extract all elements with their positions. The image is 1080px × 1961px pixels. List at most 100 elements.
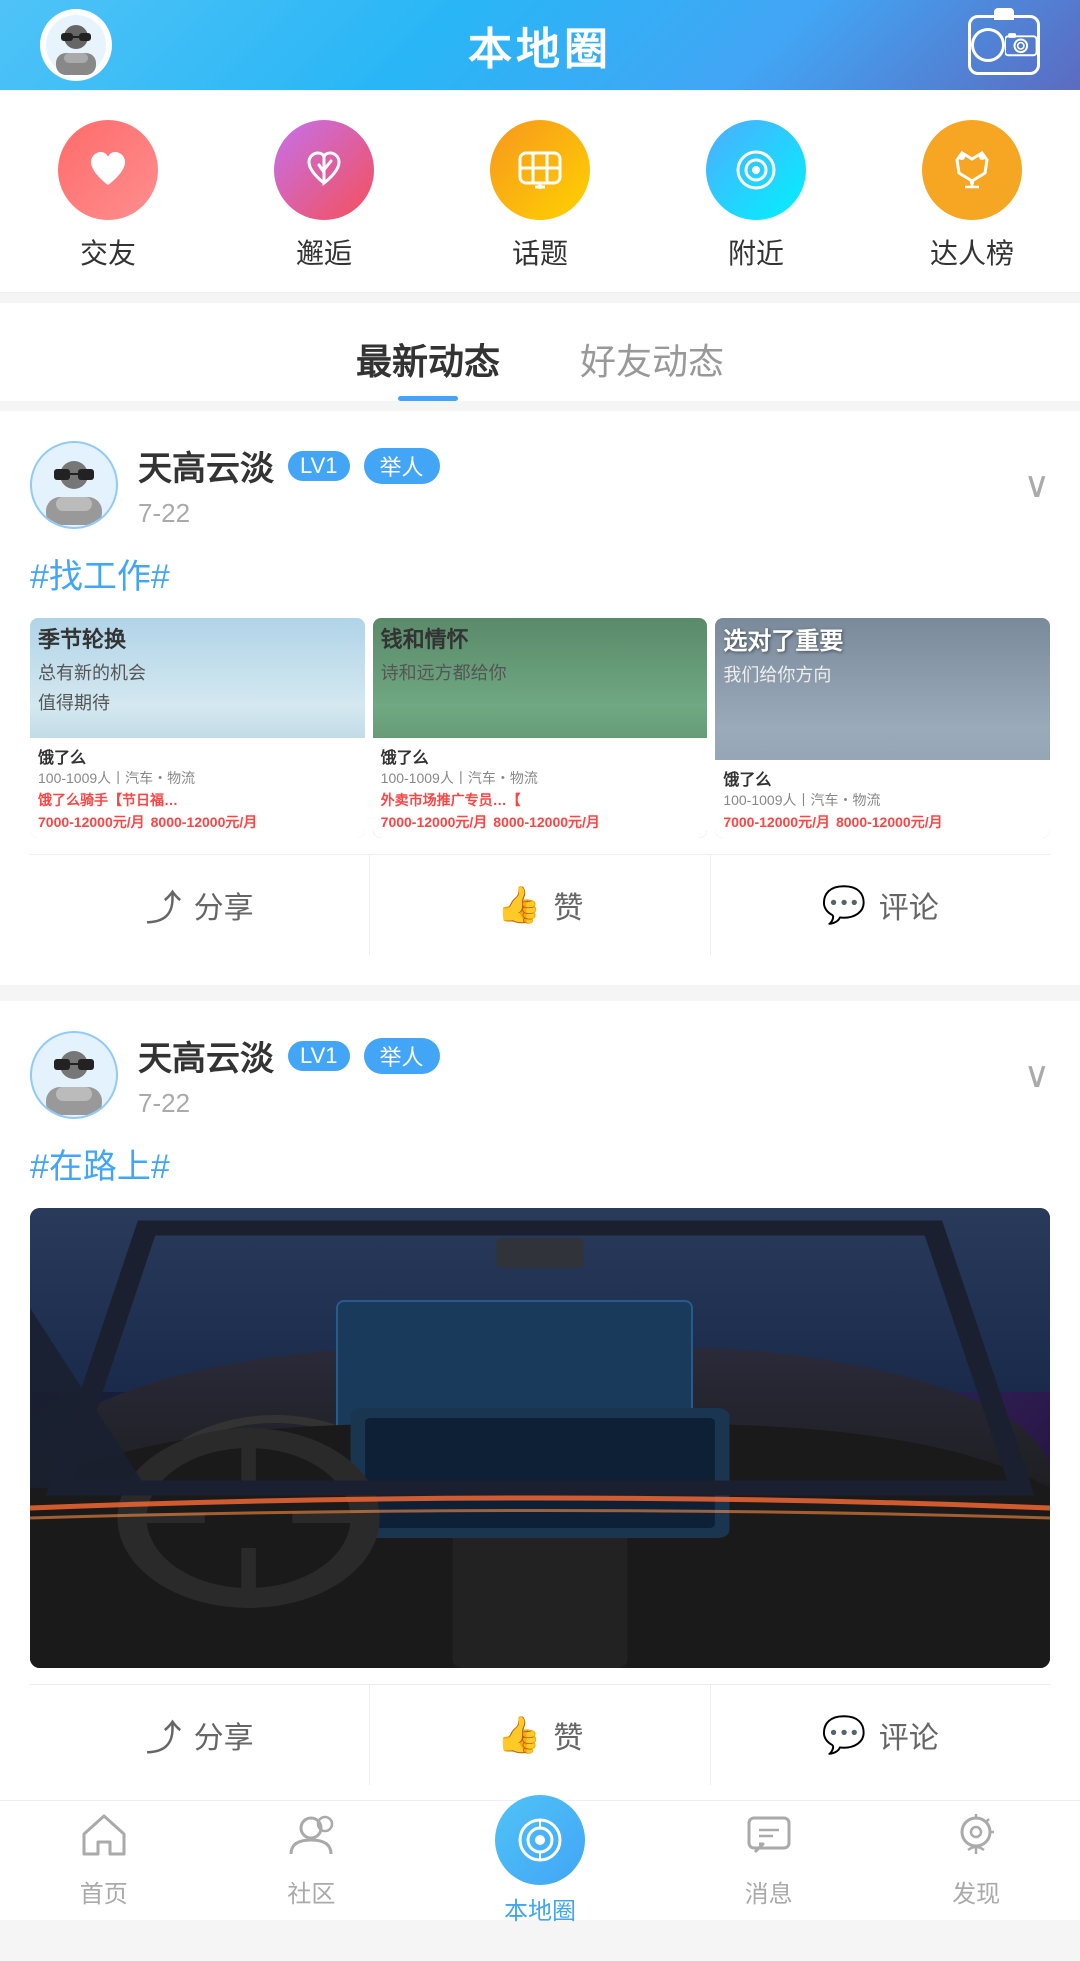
report-badge-2: 举人 xyxy=(364,1038,440,1074)
nav-messages[interactable]: 消息 xyxy=(745,1812,793,1909)
category-topic[interactable]: 话题 xyxy=(490,120,590,272)
like-label-1: 赞 xyxy=(553,883,583,927)
messages-label: 消息 xyxy=(745,1874,793,1909)
tab-latest[interactable]: 最新动态 xyxy=(356,333,500,401)
rank-icon xyxy=(922,120,1022,220)
post-image-1-2[interactable]: 钱和情怀 诗和远方都给你 饿了么 100-1009人丨汽车・物流 外卖市场推广专… xyxy=(373,618,708,838)
user-details-1: 天高云淡 LV1 举人 7-22 xyxy=(138,441,440,529)
username-2: 天高云淡 xyxy=(138,1031,274,1080)
share-label-1: 分享 xyxy=(194,883,254,927)
friendship-icon xyxy=(58,120,158,220)
img2-salary2: 8000-12000元/月 xyxy=(493,812,600,832)
post-header-1: 天高云淡 LV1 举人 7-22 ∨ xyxy=(30,441,1050,529)
collapse-icon-1[interactable]: ∨ xyxy=(1024,464,1050,506)
category-nearby[interactable]: 附近 xyxy=(706,120,806,272)
nearby-icon xyxy=(706,120,806,220)
img1-brand-sub: 100-1009人丨汽车・物流 xyxy=(38,768,357,788)
like-icon-1: 👍 xyxy=(497,884,542,926)
post-avatar-1[interactable] xyxy=(30,441,118,529)
user-name-row-2: 天高云淡 LV1 举人 xyxy=(138,1031,440,1080)
report-badge-1: 举人 xyxy=(364,448,440,484)
img2-brand-sub: 100-1009人丨汽车・物流 xyxy=(381,768,700,788)
post-user-info-1: 天高云淡 LV1 举人 7-22 xyxy=(30,441,440,529)
img2-job: 外卖市场推广专员…【 xyxy=(381,790,521,810)
community-label: 社区 xyxy=(287,1874,335,1909)
post-hashtag-1[interactable]: #找工作# xyxy=(30,549,1050,598)
img2-sub: 诗和远方都给你 xyxy=(381,659,700,685)
tab-friends[interactable]: 好友动态 xyxy=(580,333,724,401)
post-date-2: 7-22 xyxy=(138,1088,440,1119)
share-icon-2: ⤴ xyxy=(146,1709,182,1761)
action-bar-2: ⤴ 分享 👍 赞 💬 评论 xyxy=(30,1684,1050,1785)
img2-bottom-card: 饿了么 100-1009人丨汽车・物流 外卖市场推广专员…【 7000-1200… xyxy=(373,738,708,838)
like-icon-2: 👍 xyxy=(497,1714,542,1756)
nav-home[interactable]: 首页 xyxy=(80,1812,128,1909)
categories-section: 交友 邂逅 话题 xyxy=(0,90,1080,293)
img1-brand: 饿了么 xyxy=(38,744,357,768)
img3-bottom-card: 饿了么 100-1009人丨汽车・物流 7000-12000元/月 8000-1… xyxy=(715,760,1050,838)
post-card-1: 天高云淡 LV1 举人 7-22 ∨ #找工作# 季节轮换 总有新的机会 值得期… xyxy=(0,411,1080,985)
post-header-2: 天高云淡 LV1 举人 7-22 ∨ xyxy=(30,1031,1050,1119)
comment-button-1[interactable]: 💬 评论 xyxy=(711,855,1050,955)
post-user-info-2: 天高云淡 LV1 举人 7-22 xyxy=(30,1031,440,1119)
username-1: 天高云淡 xyxy=(138,441,274,490)
category-friendship[interactable]: 交友 xyxy=(58,120,158,272)
comment-label-1: 评论 xyxy=(879,883,939,927)
bottom-navigation: 首页 社区 本地圈 xyxy=(0,1800,1080,1920)
comment-label-2: 评论 xyxy=(879,1713,939,1757)
discover-icon xyxy=(952,1812,1000,1868)
like-label-2: 赞 xyxy=(553,1713,583,1757)
share-icon-1: ⤴ xyxy=(146,879,182,931)
action-bar-1: ⤴ 分享 👍 赞 💬 评论 xyxy=(30,854,1050,955)
img1-bottom-card: 饿了么 100-1009人丨汽车・物流 饿了么骑手【节日福… 7000-1200… xyxy=(30,738,365,838)
category-encounter[interactable]: 邂逅 xyxy=(274,120,374,272)
topic-label: 话题 xyxy=(512,232,568,272)
share-button-2[interactable]: ⤴ 分享 xyxy=(30,1685,370,1785)
nav-discover[interactable]: 发现 xyxy=(952,1812,1000,1909)
user-details-2: 天高云淡 LV1 举人 7-22 xyxy=(138,1031,440,1119)
img3-salary2: 8000-12000元/月 xyxy=(836,812,943,832)
comment-icon-2: 💬 xyxy=(822,1714,867,1756)
app-header: 本地圈 xyxy=(0,0,1080,90)
img3-sub: 我们给你方向 xyxy=(723,661,1042,687)
header-avatar[interactable] xyxy=(40,9,112,81)
camera-button[interactable] xyxy=(968,15,1040,75)
like-button-1[interactable]: 👍 赞 xyxy=(370,855,710,955)
img3-brand: 饿了么 xyxy=(723,766,1042,790)
img1-title: 季节轮换 xyxy=(38,626,357,655)
nearby-label: 附近 xyxy=(728,232,784,272)
post-image-2[interactable] xyxy=(30,1208,1050,1668)
rank-label: 达人榜 xyxy=(930,232,1014,272)
img2-salary1: 7000-12000元/月 xyxy=(381,812,488,832)
local-circle-icon xyxy=(495,1795,585,1885)
home-label: 首页 xyxy=(80,1874,128,1909)
post-image-1-3[interactable]: 选对了重要 我们给你方向 饿了么 100-1009人丨汽车・物流 7000-12… xyxy=(715,618,1050,838)
car-svg-details xyxy=(30,1208,1050,1668)
comment-button-2[interactable]: 💬 评论 xyxy=(711,1685,1050,1785)
img1-sub2: 值得期待 xyxy=(38,689,357,715)
category-rank[interactable]: 达人榜 xyxy=(922,120,1022,272)
nav-local[interactable]: 本地圈 xyxy=(495,1795,585,1926)
post-date-1: 7-22 xyxy=(138,498,440,529)
img3-brand-sub: 100-1009人丨汽车・物流 xyxy=(723,790,1042,810)
share-button-1[interactable]: ⤴ 分享 xyxy=(30,855,370,955)
nav-community[interactable]: 社区 xyxy=(287,1812,335,1909)
collapse-icon-2[interactable]: ∨ xyxy=(1024,1054,1050,1096)
post-avatar-2[interactable] xyxy=(30,1031,118,1119)
feed-section: 天高云淡 LV1 举人 7-22 ∨ #找工作# 季节轮换 总有新的机会 值得期… xyxy=(0,411,1080,1961)
like-button-2[interactable]: 👍 赞 xyxy=(370,1685,710,1785)
topic-icon xyxy=(490,120,590,220)
img1-job1: 饿了么骑手【节日福… xyxy=(38,790,178,810)
post-image-1-1[interactable]: 季节轮换 总有新的机会 值得期待 饿了么 100-1009人丨汽车・物流 饿了么… xyxy=(30,618,365,838)
community-icon xyxy=(287,1812,335,1868)
level-badge-2: LV1 xyxy=(288,1041,350,1071)
img2-title: 钱和情怀 xyxy=(381,626,700,655)
car-interior-visual xyxy=(30,1208,1050,1668)
home-icon xyxy=(80,1812,128,1868)
comment-icon-1: 💬 xyxy=(822,884,867,926)
encounter-icon xyxy=(274,120,374,220)
page-title: 本地圈 xyxy=(468,13,612,77)
discover-label: 发现 xyxy=(952,1874,1000,1909)
post-hashtag-2[interactable]: #在路上# xyxy=(30,1139,1050,1188)
post-images-1: 季节轮换 总有新的机会 值得期待 饿了么 100-1009人丨汽车・物流 饿了么… xyxy=(30,618,1050,838)
